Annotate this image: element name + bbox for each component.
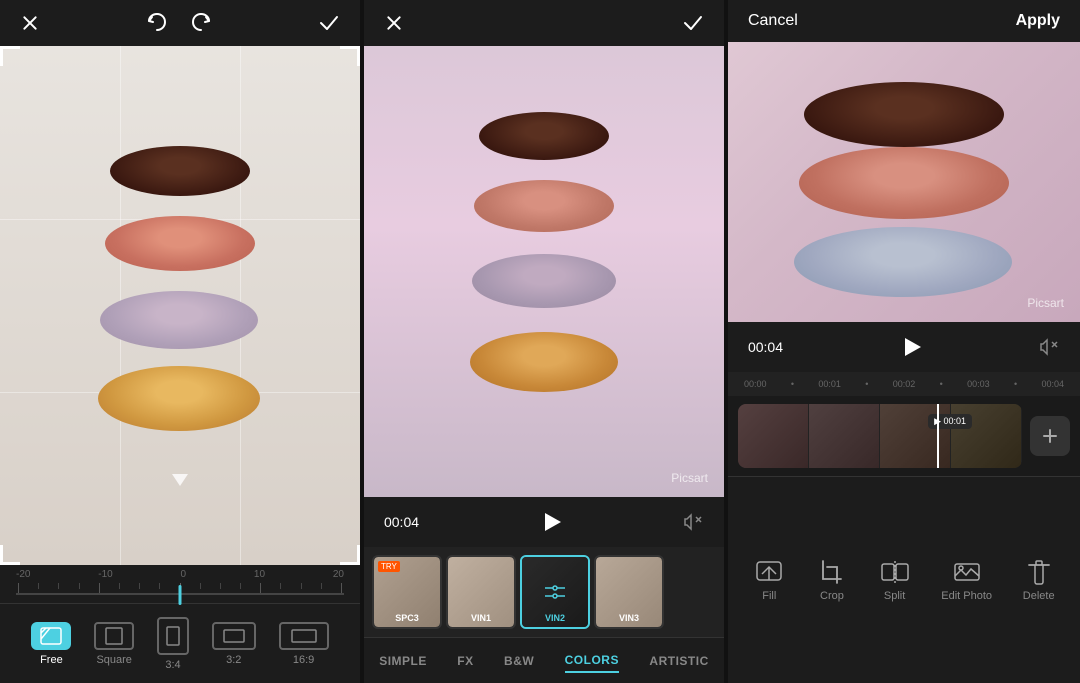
tool-delete[interactable]: Delete bbox=[1023, 558, 1055, 602]
slider-tick-3: 10 bbox=[254, 569, 265, 580]
picsart-watermark: Picsart bbox=[671, 471, 708, 485]
film-thumb-vin3[interactable]: VIN3 bbox=[594, 555, 664, 629]
panel2-close-icon[interactable] bbox=[384, 13, 404, 33]
panel2-confirm-icon[interactable] bbox=[682, 12, 704, 34]
tool-3-2-label: 3:2 bbox=[226, 654, 241, 666]
timeline-area[interactable]: ▶ 00:01 bbox=[728, 396, 1080, 476]
tool-fill[interactable]: Fill bbox=[753, 558, 785, 602]
tool-split-label: Split bbox=[884, 590, 905, 602]
panel-video-edit: Cancel Apply Picsart 00:04 bbox=[728, 0, 1080, 683]
tab-bw[interactable]: B&W bbox=[504, 650, 534, 672]
tool-split[interactable]: Split bbox=[879, 558, 911, 602]
timeline-add-button[interactable] bbox=[1030, 416, 1070, 456]
tick-3: 00:03 bbox=[967, 379, 990, 389]
video-preview-area[interactable]: Picsart bbox=[728, 42, 1080, 322]
filter-image-area[interactable]: Picsart bbox=[364, 46, 724, 497]
panel2-volume-icon[interactable] bbox=[684, 513, 704, 531]
tab-colors[interactable]: COLORS bbox=[565, 649, 619, 673]
tool-free-label: Free bbox=[40, 654, 63, 666]
timeline-frame-1 bbox=[738, 404, 809, 468]
tool-square[interactable]: Square bbox=[94, 622, 134, 666]
tool-edit-photo-label: Edit Photo bbox=[941, 590, 992, 602]
crop-image-area[interactable] bbox=[0, 46, 360, 565]
tool-16-9-label: 16:9 bbox=[293, 654, 314, 666]
tab-simple[interactable]: SIMPLE bbox=[379, 650, 427, 672]
vin3-label: VIN3 bbox=[596, 613, 662, 623]
close-icon[interactable] bbox=[20, 13, 40, 33]
slider-center-label: 0 bbox=[181, 569, 187, 580]
bottom-tools-bar: Fill Crop Split bbox=[728, 476, 1080, 683]
panel3-time: 00:04 bbox=[748, 339, 783, 355]
crop-tools-bar: Free Square 3:4 bbox=[0, 603, 360, 683]
tab-fx[interactable]: FX bbox=[457, 650, 473, 672]
panel1-header bbox=[0, 0, 360, 46]
tick-1: 00:01 bbox=[818, 379, 841, 389]
timeline-frame-2 bbox=[809, 404, 880, 468]
film-thumb-vin2[interactable]: VIN2 bbox=[520, 555, 590, 629]
tick-0: 00:00 bbox=[744, 379, 767, 389]
tool-square-label: Square bbox=[96, 654, 131, 666]
panel3-header: Cancel Apply bbox=[728, 0, 1080, 42]
timeline-strip[interactable]: ▶ 00:01 bbox=[738, 404, 1022, 468]
rotation-slider-handle[interactable] bbox=[179, 585, 182, 605]
panel2-player: 00:04 bbox=[364, 497, 724, 547]
panel3-player: 00:04 bbox=[728, 322, 1080, 372]
tool-crop[interactable]: Crop bbox=[816, 558, 848, 602]
tool-3-4-label: 3:4 bbox=[165, 659, 180, 671]
spc3-label: SPC3 bbox=[374, 613, 440, 623]
vin2-label: VIN2 bbox=[522, 613, 588, 623]
confirm-icon[interactable] bbox=[318, 12, 340, 34]
redo-icon[interactable] bbox=[191, 12, 213, 34]
slider-min-label: -20 bbox=[16, 569, 30, 580]
tool-3-4[interactable]: 3:4 bbox=[157, 617, 189, 671]
panel-crop: -20 -10 0 10 20 // generate ticks inline… bbox=[0, 0, 360, 683]
filter-tabs: SIMPLE FX B&W COLORS ARTISTIC bbox=[364, 637, 724, 683]
panel-filter: Picsart 00:04 TRY SPC3 VIN1 bbox=[364, 0, 724, 683]
tool-delete-label: Delete bbox=[1023, 590, 1055, 602]
slider-tick-1: -10 bbox=[98, 569, 112, 580]
panel2-play-button[interactable] bbox=[536, 506, 568, 538]
vin1-label: VIN1 bbox=[448, 613, 514, 623]
tool-3-2[interactable]: 3:2 bbox=[212, 622, 256, 666]
timeline-playhead[interactable] bbox=[937, 404, 939, 468]
try-badge: TRY bbox=[378, 561, 400, 572]
timeline-badge: ▶ 00:01 bbox=[928, 414, 972, 429]
tool-edit-photo[interactable]: Edit Photo bbox=[941, 558, 992, 602]
slider-max-label: 20 bbox=[333, 569, 344, 580]
panel2-time: 00:04 bbox=[384, 514, 419, 530]
panel3-play-button[interactable] bbox=[896, 331, 928, 363]
panel2-header bbox=[364, 0, 724, 46]
film-thumb-vin1[interactable]: VIN1 bbox=[446, 555, 516, 629]
tool-free[interactable]: Free bbox=[31, 622, 71, 666]
filmstrip: TRY SPC3 VIN1 VIN2 bbox=[364, 547, 724, 637]
film-thumb-spc3[interactable]: TRY SPC3 bbox=[372, 555, 442, 629]
panel3-volume-icon[interactable] bbox=[1040, 338, 1060, 356]
tool-fill-label: Fill bbox=[762, 590, 776, 602]
picsart-watermark2: Picsart bbox=[1027, 296, 1064, 310]
apply-button[interactable]: Apply bbox=[1016, 12, 1060, 30]
tool-16-9[interactable]: 16:9 bbox=[279, 622, 329, 666]
undo-icon[interactable] bbox=[145, 12, 167, 34]
tab-artistic[interactable]: ARTISTIC bbox=[649, 650, 708, 672]
tick-2: 00:02 bbox=[893, 379, 916, 389]
cancel-button[interactable]: Cancel bbox=[748, 12, 798, 30]
tool-crop-label: Crop bbox=[820, 590, 844, 602]
tick-4: 00:04 bbox=[1041, 379, 1064, 389]
timeline-header: 00:00 • 00:01 • 00:02 • 00:03 • 00:04 bbox=[728, 372, 1080, 396]
